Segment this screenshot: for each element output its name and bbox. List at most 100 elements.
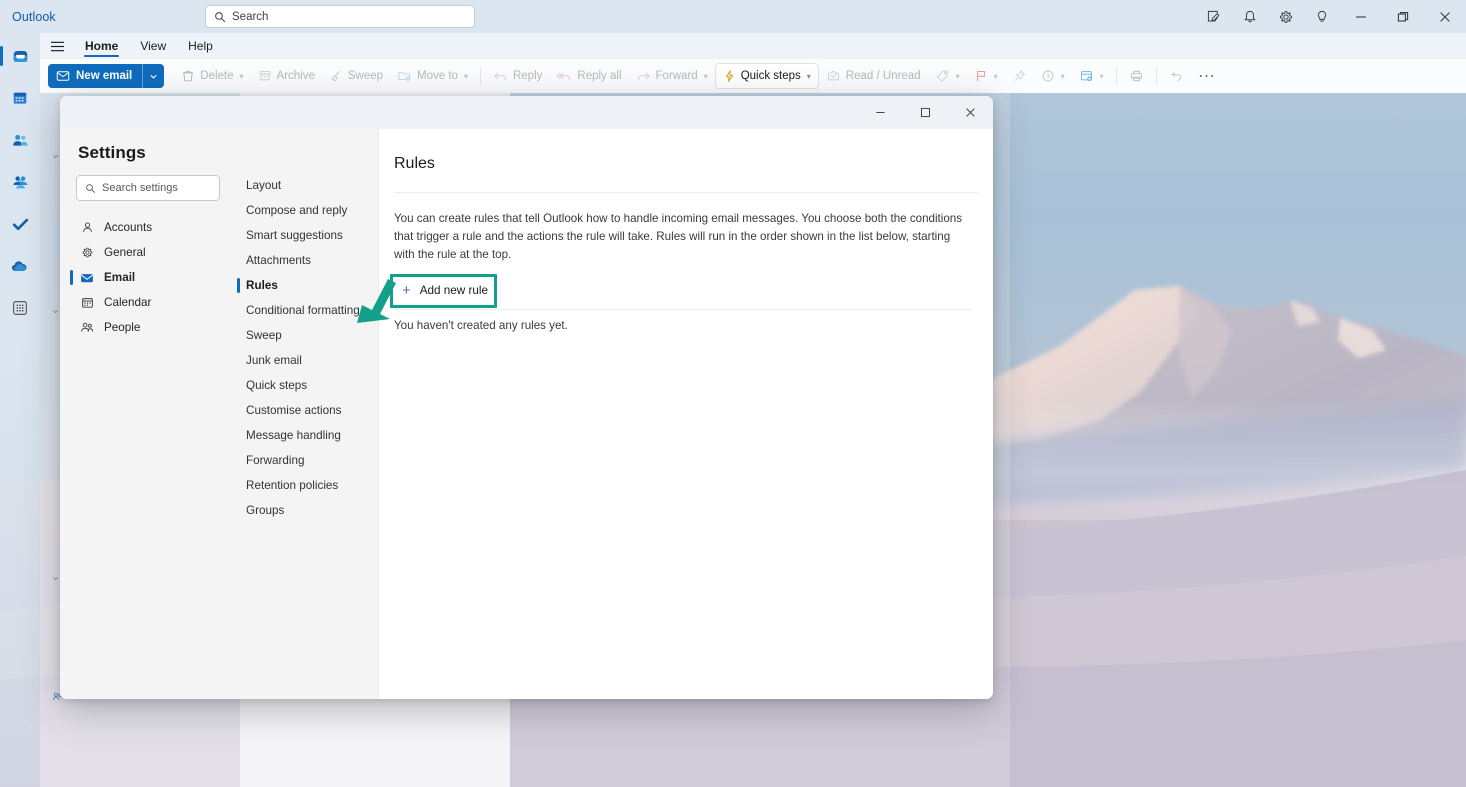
tag-button[interactable]: ▾ xyxy=(928,63,967,89)
tab-view[interactable]: View xyxy=(129,33,177,59)
settings-category-column: Layout Compose and reply Smart suggestio… xyxy=(234,129,379,699)
toolbar-divider xyxy=(1115,67,1117,85)
new-email-main[interactable]: New email xyxy=(48,64,142,88)
chevron-down-icon[interactable]: ▾ xyxy=(704,72,708,81)
chevron-down-icon[interactable]: ▾ xyxy=(464,72,468,81)
sweep-label: Sweep xyxy=(347,70,384,82)
new-email-button[interactable]: New email xyxy=(48,64,165,88)
quick-steps-label: Quick steps xyxy=(740,70,801,82)
dialog-close-button[interactable] xyxy=(948,96,993,129)
delete-label: Delete xyxy=(200,70,234,82)
tag-icon xyxy=(936,70,948,82)
category-message-handling[interactable]: Message handling xyxy=(234,423,378,448)
reply-button[interactable]: Reply xyxy=(486,63,549,89)
lightbulb-icon[interactable] xyxy=(1304,0,1340,33)
rules-toolbar-button[interactable]: ▾ xyxy=(1072,63,1111,89)
rail-onedrive[interactable] xyxy=(3,251,37,281)
rail-groups[interactable] xyxy=(3,167,37,197)
print-button[interactable] xyxy=(1122,63,1151,89)
chevron-down-icon[interactable]: ▾ xyxy=(1100,72,1104,81)
category-customise-actions[interactable]: Customise actions xyxy=(234,398,378,423)
tab-home[interactable]: Home xyxy=(74,33,129,59)
chevron-down-icon[interactable]: ▾ xyxy=(807,72,811,81)
rail-calendar[interactable] xyxy=(3,83,37,113)
nav-item-accounts[interactable]: Accounts xyxy=(60,215,234,240)
archive-button[interactable]: Archive xyxy=(251,63,322,89)
dialog-maximize-button[interactable] xyxy=(903,96,948,129)
forward-icon xyxy=(637,72,650,80)
ribbon-tabbar: Home View Help xyxy=(40,33,1466,59)
sweep-button[interactable]: Sweep xyxy=(322,63,390,89)
category-compose-and-reply[interactable]: Compose and reply xyxy=(234,198,378,223)
settings-dialog: Settings Search settings Accounts Genera… xyxy=(60,96,993,699)
envelope-icon xyxy=(56,71,70,81)
global-search-input[interactable]: Search xyxy=(205,5,475,28)
folder-collapse-chevron[interactable]: ⌄ xyxy=(51,570,60,583)
category-forwarding[interactable]: Forwarding xyxy=(234,448,378,473)
category-conditional-formatting[interactable]: Conditional formatting xyxy=(234,298,378,323)
minimize-button[interactable] xyxy=(1340,0,1382,33)
settings-nav-column: Settings Search settings Accounts Genera… xyxy=(60,129,234,699)
move-to-button[interactable]: Move to ▾ xyxy=(390,63,475,89)
nav-item-people-label: People xyxy=(104,321,141,334)
gear-icon[interactable] xyxy=(1268,0,1304,33)
notification-bell-icon[interactable] xyxy=(1232,0,1268,33)
category-smart-suggestions[interactable]: Smart suggestions xyxy=(234,223,378,248)
rail-todo[interactable] xyxy=(3,209,37,239)
snooze-button[interactable]: ▾ xyxy=(1034,63,1072,89)
rail-apps[interactable] xyxy=(3,293,37,323)
undo-icon xyxy=(1171,72,1181,81)
maximize-button[interactable] xyxy=(1382,0,1424,33)
dialog-minimize-button[interactable] xyxy=(858,96,903,129)
read-unread-label: Read / Unread xyxy=(845,70,921,82)
reply-label: Reply xyxy=(512,70,543,82)
person-icon xyxy=(80,221,94,234)
rail-people[interactable] xyxy=(3,125,37,155)
nav-item-calendar-label: Calendar xyxy=(104,296,152,309)
move-to-label: Move to xyxy=(417,70,458,82)
trash-icon xyxy=(183,70,194,82)
category-junk-email[interactable]: Junk email xyxy=(234,348,378,373)
chevron-down-icon[interactable]: ▾ xyxy=(994,72,998,81)
category-retention-policies[interactable]: Retention policies xyxy=(234,473,378,498)
menu-icon[interactable] xyxy=(40,33,74,59)
category-quick-steps[interactable]: Quick steps xyxy=(234,373,378,398)
category-sweep[interactable]: Sweep xyxy=(234,323,378,348)
chevron-down-icon[interactable]: ▾ xyxy=(1061,72,1065,81)
read-unread-button[interactable]: Read / Unread xyxy=(819,63,928,89)
category-layout[interactable]: Layout xyxy=(234,173,378,198)
chevron-down-icon[interactable]: ▾ xyxy=(240,72,244,81)
chevron-down-icon[interactable]: ▾ xyxy=(956,72,960,81)
add-new-rule-region: + Add new rule xyxy=(390,273,501,308)
nav-item-calendar[interactable]: Calendar xyxy=(60,290,234,315)
gear-icon xyxy=(80,246,94,259)
settings-search-input[interactable]: Search settings xyxy=(76,175,220,201)
more-options-button[interactable] xyxy=(1191,63,1222,89)
add-new-rule-button[interactable]: + Add new rule xyxy=(392,277,501,304)
page-title: Rules xyxy=(394,155,435,172)
titlebar-icon-group xyxy=(1196,0,1466,33)
nav-item-email[interactable]: Email xyxy=(60,265,234,290)
rail-mail[interactable] xyxy=(0,41,37,71)
category-rules[interactable]: Rules xyxy=(234,273,378,298)
tab-help[interactable]: Help xyxy=(177,33,224,59)
forward-button[interactable]: Forward ▾ xyxy=(629,63,715,89)
command-toolbar: New email Delete ▾ Archive Sweep Move to… xyxy=(40,59,1466,93)
new-email-dropdown-caret[interactable] xyxy=(142,64,164,88)
delete-button[interactable]: Delete ▾ xyxy=(174,63,250,89)
pin-button[interactable] xyxy=(1005,63,1034,89)
nav-item-people[interactable]: People xyxy=(60,315,234,340)
undo-button[interactable] xyxy=(1162,63,1191,89)
settings-dialog-titlebar xyxy=(60,96,993,129)
category-groups[interactable]: Groups xyxy=(234,498,378,523)
close-button[interactable] xyxy=(1424,0,1466,33)
forward-label: Forward xyxy=(655,70,698,82)
flag-button[interactable]: ▾ xyxy=(967,63,1005,89)
folder-collapse-chevron[interactable]: ⌄ xyxy=(51,303,60,316)
nav-item-general[interactable]: General xyxy=(60,240,234,265)
reply-all-button[interactable]: Reply all xyxy=(549,63,628,89)
folder-collapse-chevron[interactable]: ⌄ xyxy=(51,148,60,161)
note-edit-icon[interactable] xyxy=(1196,0,1232,33)
quick-steps-button[interactable]: Quick steps ▾ xyxy=(714,63,819,89)
category-attachments[interactable]: Attachments xyxy=(234,248,378,273)
